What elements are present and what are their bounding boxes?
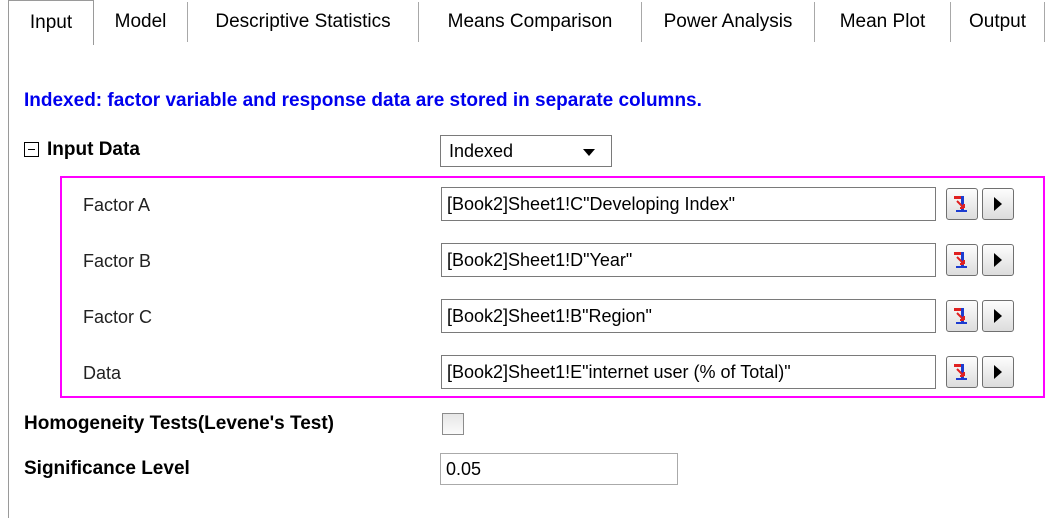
factor-a-range-button[interactable] xyxy=(946,188,978,220)
data-label: Data xyxy=(83,363,122,383)
tab-label: Output xyxy=(968,11,1027,32)
play-arrow-icon xyxy=(994,253,1002,267)
tab-label: Input xyxy=(29,12,73,33)
tab-model[interactable]: Model xyxy=(94,2,188,42)
range-select-icon xyxy=(954,196,967,212)
tab-power-analysis[interactable]: Power Analysis xyxy=(642,2,815,42)
range-select-icon xyxy=(954,364,967,380)
tab-means-comparison[interactable]: Means Comparison xyxy=(419,2,642,42)
input-mode-value: Indexed xyxy=(449,140,514,161)
range-select-icon xyxy=(954,308,967,324)
data-menu-button[interactable] xyxy=(982,356,1014,388)
factor-b-label: Factor B xyxy=(83,251,152,271)
play-arrow-icon xyxy=(994,365,1002,379)
tab-descriptive-statistics[interactable]: Descriptive Statistics xyxy=(188,2,419,42)
tab-label: Model xyxy=(114,11,167,32)
description-text: Indexed: factor variable and response da… xyxy=(24,90,702,111)
minus-box-icon[interactable] xyxy=(24,142,39,157)
tab-mean-plot[interactable]: Mean Plot xyxy=(815,2,951,42)
significance-input[interactable]: 0.05 xyxy=(440,453,678,485)
tab-label: Means Comparison xyxy=(447,11,613,32)
tab-strip: Input Model Descriptive Statistics Means… xyxy=(8,0,1045,45)
factor-c-field[interactable]: [Book2]Sheet1!B"Region" xyxy=(441,299,936,333)
factor-c-menu-button[interactable] xyxy=(982,300,1014,332)
input-data-label: Input Data xyxy=(47,139,140,160)
data-range-button[interactable] xyxy=(946,356,978,388)
play-arrow-icon xyxy=(994,197,1002,211)
factor-c-label: Factor C xyxy=(83,307,153,327)
tab-output[interactable]: Output xyxy=(951,2,1045,42)
tab-label: Power Analysis xyxy=(663,11,793,32)
factor-c-range-button[interactable] xyxy=(946,300,978,332)
tab-input[interactable]: Input xyxy=(8,0,94,45)
play-arrow-icon xyxy=(994,309,1002,323)
factor-a-label: Factor A xyxy=(83,195,151,215)
data-field[interactable]: [Book2]Sheet1!E"internet user (% of Tota… xyxy=(441,355,936,389)
homogeneity-checkbox[interactable] xyxy=(442,413,464,435)
range-select-icon xyxy=(954,252,967,268)
homogeneity-label: Homogeneity Tests(Levene's Test) xyxy=(24,413,335,434)
factor-b-range-button[interactable] xyxy=(946,244,978,276)
factor-b-field[interactable]: [Book2]Sheet1!D"Year" xyxy=(441,243,936,277)
factor-b-menu-button[interactable] xyxy=(982,244,1014,276)
significance-label: Significance Level xyxy=(24,458,190,479)
factor-a-menu-button[interactable] xyxy=(982,188,1014,220)
tab-label: Descriptive Statistics xyxy=(215,11,391,32)
chevron-down-icon xyxy=(583,149,595,156)
factor-a-field[interactable]: [Book2]Sheet1!C"Developing Index" xyxy=(441,187,936,221)
input-mode-select[interactable]: Indexed xyxy=(440,135,612,167)
tab-label: Mean Plot xyxy=(839,11,926,32)
